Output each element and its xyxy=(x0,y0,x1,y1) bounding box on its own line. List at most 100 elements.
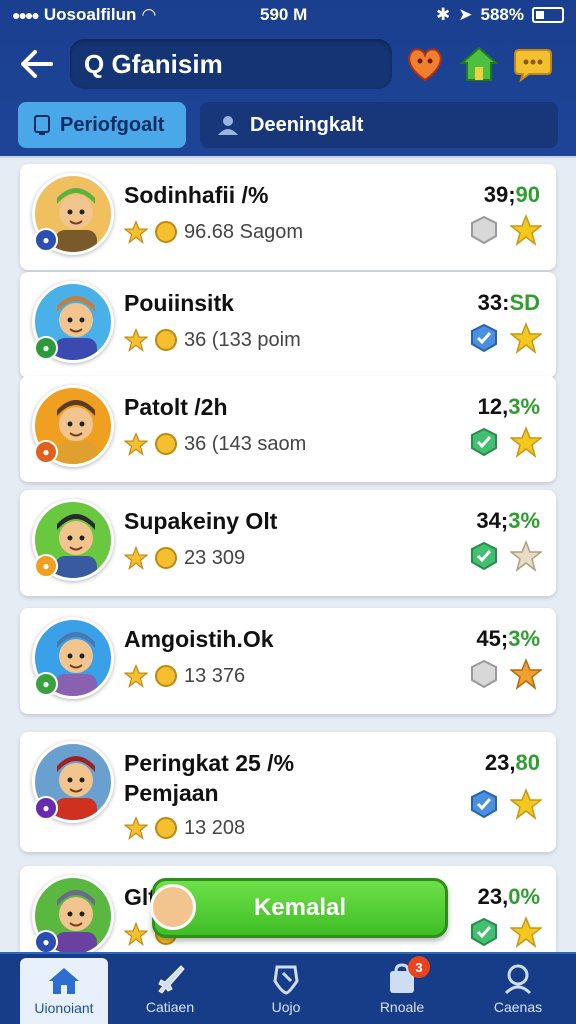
player-card[interactable]: ● Amgoistih.Ok 13 376 45;3% xyxy=(20,608,556,714)
player-card[interactable]: ● Pouiinsitk 36 (133 poim 33:SD xyxy=(20,272,556,378)
score-b: 3% xyxy=(508,508,540,533)
nav-label: Caenas xyxy=(493,999,543,1015)
wifi-icon: ◠ xyxy=(142,5,156,24)
stats-text: 96.68 Sagom xyxy=(184,220,303,243)
tab-periofgoalt[interactable]: Periofgoalt xyxy=(18,102,186,148)
rank-badge: ● xyxy=(34,796,58,820)
star-icon xyxy=(124,816,148,840)
player-card[interactable]: ● Peringkat 25 /% Pemjaan 13 208 23,80 xyxy=(20,732,556,852)
player-card[interactable]: ● Sodinhafii /% 96.68 Sagom 39;90 xyxy=(20,164,556,270)
star-icon xyxy=(510,658,542,690)
player-name-line2: Pemjaan xyxy=(124,780,219,806)
star-icon xyxy=(124,220,148,244)
player-card[interactable]: ● Supakeiny Olt 23 309 34;3% xyxy=(20,490,556,596)
gem-icon xyxy=(471,215,497,245)
score-a: 45; xyxy=(476,626,509,651)
kemalal-button[interactable]: Kemalal xyxy=(152,878,448,938)
player-name: Peringkat 25 /% xyxy=(124,750,295,776)
coin-icon xyxy=(155,433,177,455)
reward-icons xyxy=(468,426,542,458)
search-field[interactable]: Q Gfanisim xyxy=(70,39,392,89)
tab-deeningkalt[interactable]: Deeningkalt xyxy=(200,102,558,148)
score-a: 39; xyxy=(483,182,516,207)
coin-icon xyxy=(155,221,177,243)
score-b: 3% xyxy=(508,394,540,419)
chat-button[interactable] xyxy=(512,43,554,85)
player-stats: 13 208 xyxy=(124,816,245,840)
star-icon xyxy=(510,214,542,246)
tab-label: Deeningkalt xyxy=(250,113,364,136)
reward-icons xyxy=(468,214,542,246)
tab-bar: Periofgoalt Deeningkalt xyxy=(18,102,558,148)
group-icon xyxy=(218,116,238,135)
player-score: 39;90 xyxy=(484,182,540,208)
stats-text: 36 (143 saom xyxy=(184,432,307,455)
player-score: 33:SD xyxy=(478,290,540,316)
trophy-icon xyxy=(34,115,50,135)
nav-label: Rnoale xyxy=(379,999,425,1015)
player-name: Amgoistih.Ok xyxy=(124,626,274,652)
player-name: Patolt /2h xyxy=(124,394,228,420)
nav-uojo[interactable]: Uojo xyxy=(228,954,344,1024)
star-icon xyxy=(510,426,542,458)
check-badge-icon xyxy=(471,427,497,457)
search-text: Q Gfanisim xyxy=(84,48,223,79)
nav-caenas[interactable]: Caenas xyxy=(460,954,576,1024)
player-stats: 13 376 xyxy=(124,664,245,688)
heart-icon xyxy=(408,48,442,82)
carrier-label: Uosoalfilun xyxy=(43,5,137,24)
star-icon xyxy=(124,432,148,456)
score-b: 0% xyxy=(508,884,540,909)
player-card[interactable]: ● Patolt /2h 36 (143 saom 12,3% xyxy=(20,376,556,482)
house-icon xyxy=(459,46,499,81)
bluetooth-icon: ✱ xyxy=(436,5,451,24)
score-a: 34; xyxy=(476,508,509,533)
star-icon xyxy=(510,322,542,354)
top-bar: Q Gfanisim xyxy=(0,34,576,94)
score-a: 33: xyxy=(477,290,510,315)
location-icon: ➤ xyxy=(458,5,473,24)
score-b: 3% xyxy=(508,626,540,651)
tab-label: Periofgoalt xyxy=(60,113,165,136)
rank-badge: ● xyxy=(34,554,58,578)
player-name: Supakeiny Olt xyxy=(124,508,278,534)
shield-icon xyxy=(273,965,299,995)
cta-avatar xyxy=(150,884,196,930)
chat-bubble-icon xyxy=(514,49,552,82)
reward-icons xyxy=(468,788,542,820)
rank-badge: ● xyxy=(34,930,58,952)
star-icon xyxy=(510,788,542,820)
gem-icon xyxy=(471,659,497,689)
battery-icon xyxy=(532,7,564,23)
score-b: SD xyxy=(509,290,540,315)
reward-icons xyxy=(468,916,542,948)
coin-icon xyxy=(155,329,177,351)
player-score: 23,0% xyxy=(478,884,540,910)
back-button[interactable] xyxy=(14,42,58,86)
player-score: 34;3% xyxy=(476,508,540,534)
player-score: 12,3% xyxy=(478,394,540,420)
player-name: Pouiinsitk xyxy=(124,290,234,316)
status-bar: ●●●● Uosoalfilun ◠ 590 M ✱ ➤ 588% xyxy=(0,0,576,30)
player-score: 45;3% xyxy=(476,626,540,652)
notification-badge: 3 xyxy=(408,956,430,978)
score-a: 23, xyxy=(477,884,509,909)
cta-label: Kemalal xyxy=(253,894,347,921)
nav-rnoale[interactable]: 3 Rnoale xyxy=(344,954,460,1024)
coin-icon xyxy=(155,665,177,687)
rank-badge: ● xyxy=(34,440,58,464)
battery-percent: 588% xyxy=(480,5,524,24)
home-shop-button[interactable] xyxy=(458,43,500,85)
sword-icon xyxy=(158,965,185,994)
nav-home[interactable]: Uionoiant xyxy=(20,958,108,1024)
check-badge-icon xyxy=(471,541,497,571)
check-badge-icon xyxy=(471,323,497,353)
coin-icon xyxy=(155,547,177,569)
score-b: 80 xyxy=(515,750,540,775)
star-icon xyxy=(124,922,148,946)
signal-icon: ●●●● xyxy=(12,7,40,23)
stats-text: 13 208 xyxy=(184,816,246,839)
heart-button[interactable] xyxy=(404,43,446,85)
leaderboard-list: ● Sodinhafii /% 96.68 Sagom 39;90 ● Poui… xyxy=(0,156,576,952)
nav-catiaen[interactable]: Catiaen xyxy=(112,954,228,1024)
